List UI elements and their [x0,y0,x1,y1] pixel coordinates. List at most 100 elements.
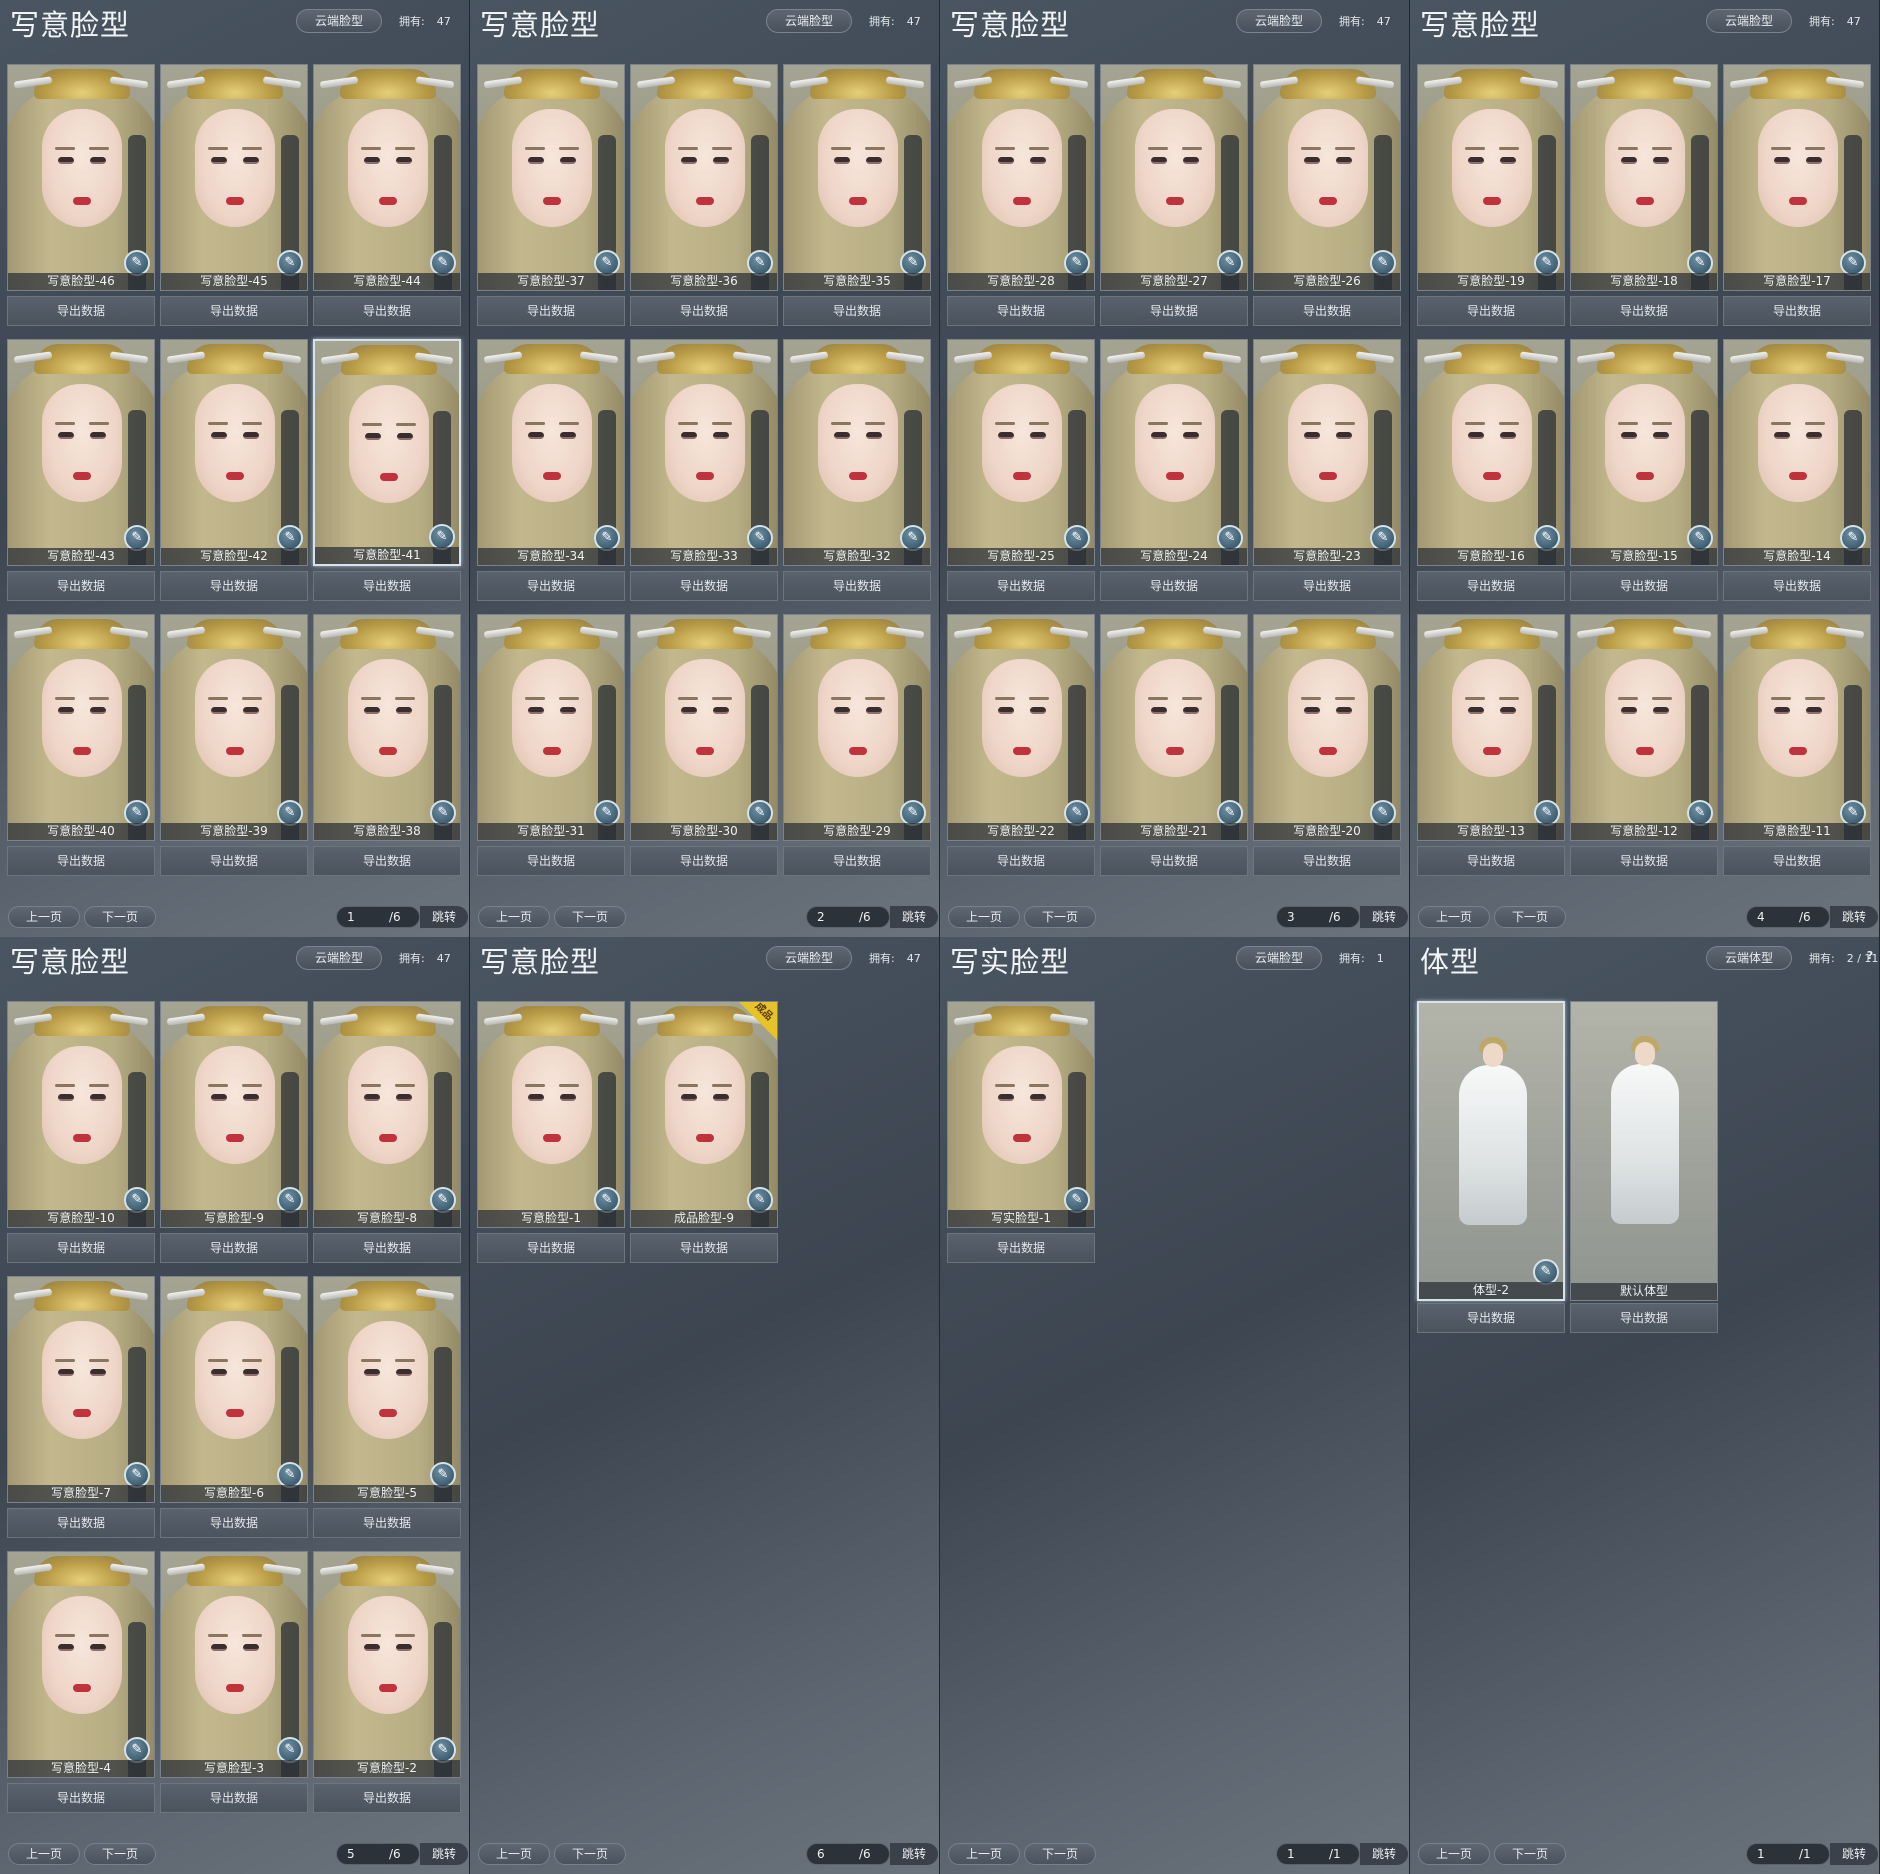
preset-card[interactable]: ✎ 写意脸型-36 [630,64,778,293]
preset-card[interactable]: ✎ 写意脸型-22 [947,614,1095,843]
jump-button[interactable]: 跳转 [420,906,468,928]
preset-card[interactable]: ✎ 写意脸型-16 [1417,339,1565,568]
next-page-button[interactable]: 下一页 [1494,1843,1566,1865]
export-data-button[interactable]: 导出数据 [947,296,1095,326]
export-data-button[interactable]: 导出数据 [160,571,308,601]
jump-button[interactable]: 跳转 [1360,906,1408,928]
export-data-button[interactable]: 导出数据 [630,1233,778,1263]
export-data-button[interactable]: 导出数据 [313,846,461,876]
cloud-button[interactable]: 云端脸型 [1706,9,1792,33]
help-icon[interactable]: ? [1863,949,1877,963]
export-data-button[interactable]: 导出数据 [1417,571,1565,601]
export-data-button[interactable]: 导出数据 [1253,296,1401,326]
preset-card[interactable]: ✎ 写意脸型-38 [313,614,461,843]
export-data-button[interactable]: 导出数据 [630,296,778,326]
preset-card[interactable]: ✎ 写意脸型-37 [477,64,625,293]
export-data-button[interactable]: 导出数据 [1417,1303,1565,1333]
jump-button[interactable]: 跳转 [420,1843,468,1865]
preset-card[interactable]: ✎ 写意脸型-26 [1253,64,1401,293]
export-data-button[interactable]: 导出数据 [313,1508,461,1538]
export-data-button[interactable]: 导出数据 [477,1233,625,1263]
export-data-button[interactable]: 导出数据 [1417,846,1565,876]
prev-page-button[interactable]: 上一页 [8,906,80,928]
page-input[interactable]: 6/6 [806,1843,890,1865]
preset-card[interactable]: ✎ 体型-2 [1417,1001,1565,1301]
page-input[interactable]: 3/6 [1276,906,1360,928]
preset-card[interactable]: ✎ 写实脸型-1 [947,1001,1095,1230]
export-data-button[interactable]: 导出数据 [313,571,461,601]
export-data-button[interactable]: 导出数据 [630,846,778,876]
preset-card[interactable]: ✎ 写意脸型-29 [783,614,931,843]
preset-card[interactable]: ✎ 写意脸型-31 [477,614,625,843]
export-data-button[interactable]: 导出数据 [160,1783,308,1813]
export-data-button[interactable]: 导出数据 [1570,571,1718,601]
preset-card[interactable]: ✎ 写意脸型-41 [313,339,461,568]
page-input[interactable]: 5/6 [336,1843,420,1865]
preset-card[interactable]: ✎ 写意脸型-15 [1570,339,1718,568]
export-data-button[interactable]: 导出数据 [313,1783,461,1813]
export-data-button[interactable]: 导出数据 [783,571,931,601]
preset-card[interactable]: ✎ 写意脸型-30 [630,614,778,843]
prev-page-button[interactable]: 上一页 [948,1843,1020,1865]
preset-card[interactable]: ✎ 写意脸型-20 [1253,614,1401,843]
preset-card[interactable]: ✎ 写意脸型-40 [7,614,155,843]
preset-card[interactable]: ✎ 写意脸型-45 [160,64,308,293]
page-input[interactable]: 4/6 [1746,906,1830,928]
preset-card[interactable]: ✎ 写意脸型-4 [7,1551,155,1780]
prev-page-button[interactable]: 上一页 [948,906,1020,928]
export-data-button[interactable]: 导出数据 [313,1233,461,1263]
export-data-button[interactable]: 导出数据 [1570,846,1718,876]
export-data-button[interactable]: 导出数据 [947,571,1095,601]
preset-card[interactable]: ✎ 写意脸型-10 [7,1001,155,1230]
next-page-button[interactable]: 下一页 [554,1843,626,1865]
jump-button[interactable]: 跳转 [890,906,938,928]
export-data-button[interactable]: 导出数据 [7,571,155,601]
export-data-button[interactable]: 导出数据 [1417,296,1565,326]
export-data-button[interactable]: 导出数据 [7,1508,155,1538]
preset-card[interactable]: ✎ 成品 成品脸型-9 [630,1001,778,1230]
export-data-button[interactable]: 导出数据 [7,846,155,876]
prev-page-button[interactable]: 上一页 [1418,906,1490,928]
export-data-button[interactable]: 导出数据 [1253,571,1401,601]
export-data-button[interactable]: 导出数据 [160,296,308,326]
export-data-button[interactable]: 导出数据 [477,846,625,876]
preset-card[interactable]: ✎ 写意脸型-2 [313,1551,461,1780]
preset-card[interactable]: ✎ 写意脸型-13 [1417,614,1565,843]
next-page-button[interactable]: 下一页 [1024,906,1096,928]
preset-card[interactable]: ✎ 写意脸型-46 [7,64,155,293]
preset-card[interactable]: ✎ 写意脸型-39 [160,614,308,843]
preset-card[interactable]: ✎ 写意脸型-35 [783,64,931,293]
cloud-button[interactable]: 云端脸型 [766,946,852,970]
export-data-button[interactable]: 导出数据 [1570,1303,1718,1333]
export-data-button[interactable]: 导出数据 [947,1233,1095,1263]
page-input[interactable]: 1/6 [336,906,420,928]
preset-card[interactable]: ✎ 写意脸型-25 [947,339,1095,568]
preset-card[interactable]: ✎ 写意脸型-21 [1100,614,1248,843]
jump-button[interactable]: 跳转 [1360,1843,1408,1865]
preset-card[interactable]: ✎ 写意脸型-34 [477,339,625,568]
export-data-button[interactable]: 导出数据 [1723,846,1871,876]
prev-page-button[interactable]: 上一页 [478,1843,550,1865]
export-data-button[interactable]: 导出数据 [313,296,461,326]
export-data-button[interactable]: 导出数据 [1253,846,1401,876]
preset-card[interactable]: ✎ 写意脸型-1 [477,1001,625,1230]
preset-card[interactable]: ✎ 写意脸型-27 [1100,64,1248,293]
preset-card[interactable]: ✎ 写意脸型-17 [1723,64,1871,293]
export-data-button[interactable]: 导出数据 [783,296,931,326]
export-data-button[interactable]: 导出数据 [477,571,625,601]
export-data-button[interactable]: 导出数据 [630,571,778,601]
preset-card[interactable]: ✎ 写意脸型-11 [1723,614,1871,843]
export-data-button[interactable]: 导出数据 [1723,296,1871,326]
export-data-button[interactable]: 导出数据 [7,1233,155,1263]
page-input[interactable]: 1/1 [1746,1843,1830,1865]
next-page-button[interactable]: 下一页 [1494,906,1566,928]
prev-page-button[interactable]: 上一页 [8,1843,80,1865]
jump-button[interactable]: 跳转 [1830,906,1878,928]
next-page-button[interactable]: 下一页 [84,1843,156,1865]
export-data-button[interactable]: 导出数据 [947,846,1095,876]
preset-card[interactable]: ✎ 写意脸型-44 [313,64,461,293]
next-page-button[interactable]: 下一页 [1024,1843,1096,1865]
preset-card[interactable]: 默认体型 [1570,1001,1718,1301]
preset-card[interactable]: ✎ 写意脸型-18 [1570,64,1718,293]
preset-card[interactable]: ✎ 写意脸型-8 [313,1001,461,1230]
